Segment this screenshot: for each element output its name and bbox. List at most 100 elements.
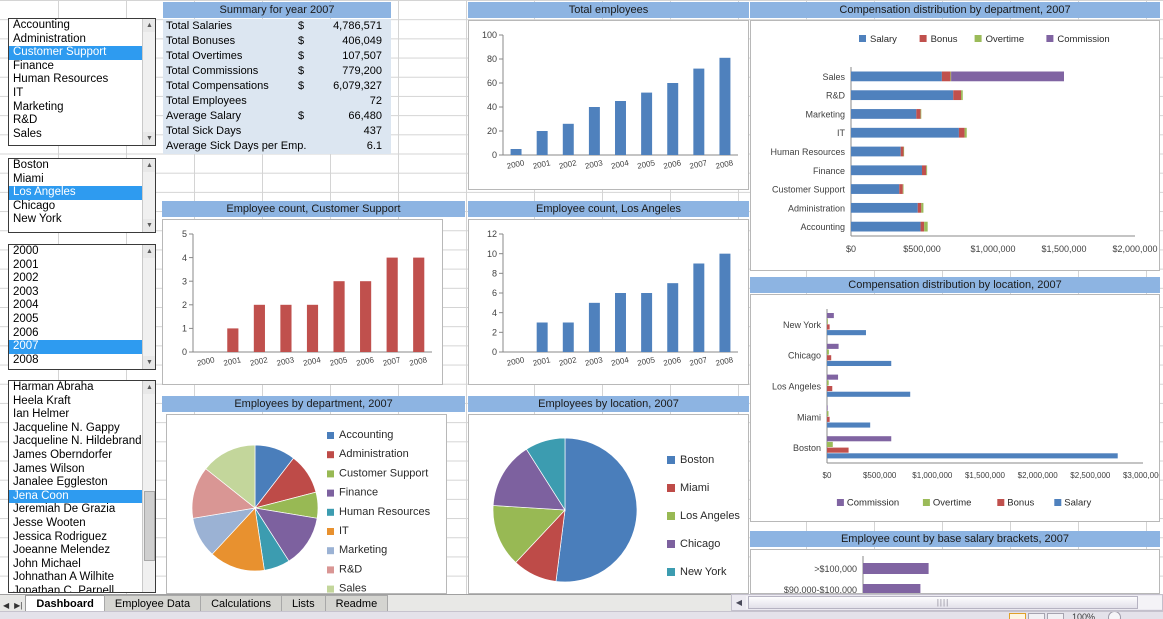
normal-view-icon[interactable] (1009, 613, 1026, 619)
salary-brackets-chart[interactable]: >$100,000$90,000-$100,000 (750, 549, 1160, 594)
total-employees-chart[interactable]: 0204060801002000200120022003200420052006… (468, 20, 749, 190)
employee-listbox-items[interactable]: Harman AbrahaHeela KraftIan HelmerJacque… (9, 381, 142, 592)
last-sheet-icon[interactable]: ▶| (14, 601, 22, 610)
sheet-tab-calculations[interactable]: Calculations (200, 595, 282, 611)
year-item[interactable]: 2005 (9, 313, 142, 327)
scroll-left-icon[interactable]: ◀ (732, 598, 746, 607)
department-listbox[interactable]: AccountingAdministrationCustomer Support… (8, 18, 156, 146)
employee-item[interactable]: James Wilson (9, 463, 142, 477)
chart-bar (827, 411, 828, 416)
year-item[interactable]: 2006 (9, 327, 142, 341)
scrollbar-track[interactable]: |||| (746, 596, 1162, 609)
location-item[interactable]: New York (9, 213, 142, 227)
employee-item[interactable]: Jesse Wooten (9, 517, 142, 531)
employee-item[interactable]: Jena Coon (9, 490, 142, 504)
employee-item[interactable]: Jessica Rodriguez (9, 531, 142, 545)
location-listbox-scrollbar[interactable]: ▲ ▼ (142, 159, 155, 232)
sheet-tab-dashboard[interactable]: Dashboard (25, 595, 104, 611)
employee-listbox[interactable]: Harman AbrahaHeela KraftIan HelmerJacque… (8, 380, 156, 593)
scroll-down-icon[interactable]: ▼ (143, 219, 156, 232)
location-listbox-items[interactable]: BostonMiamiLos AngelesChicagoNew York (9, 159, 142, 232)
year-item[interactable]: 2007 (9, 340, 142, 354)
sheet-tab-employee-data[interactable]: Employee Data (104, 595, 201, 611)
chart-bar (827, 319, 828, 324)
summary-table: Total Salaries$4,786,571Total Bonuses$40… (163, 19, 391, 154)
employees-location-pie-title: Employees by location, 2007 (468, 396, 749, 412)
department-item[interactable]: IT (9, 87, 142, 101)
summary-row-label: Total Overtimes (163, 49, 298, 64)
sheet-tabs[interactable]: DashboardEmployee DataCalculationsListsR… (25, 595, 387, 611)
chart-label: $500,000 (863, 471, 897, 480)
year-item[interactable]: 2003 (9, 286, 142, 300)
chart-bar-segment (899, 184, 903, 194)
department-item[interactable]: Human Resources (9, 73, 142, 87)
employee-item[interactable]: Jonathan C. Parnell (9, 585, 142, 592)
department-item[interactable]: Marketing (9, 101, 142, 115)
employee-item[interactable]: Heela Kraft (9, 395, 142, 409)
year-item[interactable]: 2000 (9, 245, 142, 259)
year-listbox-scrollbar[interactable]: ▲ ▼ (142, 245, 155, 369)
department-listbox-scrollbar[interactable]: ▲ ▼ (142, 19, 155, 145)
page-break-view-icon[interactable] (1047, 613, 1064, 619)
chart-label: 80 (487, 54, 497, 64)
location-item[interactable]: Miami (9, 173, 142, 187)
employee-item[interactable]: Johnathan A Wilhite (9, 571, 142, 585)
department-item[interactable]: Accounting (9, 19, 142, 33)
year-listbox[interactable]: 200020012002200320042005200620072008 ▲ ▼ (8, 244, 156, 370)
year-item[interactable]: 2008 (9, 354, 142, 368)
view-buttons[interactable] (1009, 613, 1064, 619)
scrollbar-thumb[interactable]: |||| (748, 596, 1138, 609)
scroll-up-icon[interactable]: ▲ (143, 19, 156, 32)
scroll-up-icon[interactable]: ▲ (143, 245, 156, 258)
location-item[interactable]: Boston (9, 159, 142, 173)
sheet-tab-lists[interactable]: Lists (281, 595, 326, 611)
sheet-tab-readme[interactable]: Readme (325, 595, 389, 611)
chart-bar (827, 361, 891, 366)
employee-item[interactable]: Harman Abraha (9, 381, 142, 395)
department-item[interactable]: Finance (9, 60, 142, 74)
employees-department-pie[interactable]: AccountingAdministrationCustomer Support… (166, 414, 447, 594)
scroll-up-icon[interactable]: ▲ (143, 159, 156, 172)
horizontal-scrollbar[interactable]: ◀ |||| (731, 594, 1163, 611)
year-listbox-items[interactable]: 200020012002200320042005200620072008 (9, 245, 142, 369)
employee-item[interactable]: Ian Helmer (9, 408, 142, 422)
location-item[interactable]: Chicago (9, 200, 142, 214)
department-item[interactable]: Customer Support (9, 46, 142, 60)
employee-item[interactable]: Joeanne Melendez (9, 544, 142, 558)
summary-row-label: Total Commissions (163, 64, 298, 79)
scroll-down-icon[interactable]: ▼ (143, 132, 156, 145)
zoom-slider-knob[interactable] (1108, 611, 1121, 619)
employees-location-pie[interactable]: BostonMiamiLos AngelesChicagoNew York (468, 414, 749, 594)
department-listbox-items[interactable]: AccountingAdministrationCustomer Support… (9, 19, 142, 145)
page-layout-view-icon[interactable] (1028, 613, 1045, 619)
department-item[interactable]: Administration (9, 33, 142, 47)
location-listbox[interactable]: BostonMiamiLos AngelesChicagoNew York ▲ … (8, 158, 156, 233)
department-item[interactable]: Sales (9, 128, 142, 142)
employee-item[interactable]: Jeremiah De Grazia (9, 503, 142, 517)
employee-item[interactable]: Jacqueline N. Gappy (9, 422, 142, 436)
employee-listbox-scrollbar[interactable]: ▲ (142, 381, 155, 592)
sheet-tab-navigation[interactable]: ◀ ▶| (0, 601, 25, 611)
year-item[interactable]: 2002 (9, 272, 142, 286)
chart-label: Accounting (339, 429, 393, 441)
department-item[interactable]: R&D (9, 114, 142, 128)
employee-item[interactable]: Jacqueline N. Hildebrand (9, 435, 142, 449)
year-item[interactable]: 2004 (9, 299, 142, 313)
chart-label: 2001 (532, 158, 552, 171)
year-item[interactable]: 2001 (9, 259, 142, 273)
legend-swatch (667, 568, 675, 576)
chart-label: 2 (182, 300, 187, 310)
employee-count-location-chart[interactable]: 0246810122000200120022003200420052006200… (468, 219, 749, 385)
summary-row-currency (306, 139, 324, 154)
employee-listbox-scroll-thumb[interactable] (144, 491, 155, 561)
employee-count-department-chart[interactable]: 0123452000200120022003200420052006200720… (162, 219, 443, 385)
first-sheet-icon[interactable]: ◀ (3, 601, 9, 610)
scroll-down-icon[interactable]: ▼ (143, 356, 156, 369)
compensation-department-chart[interactable]: SalaryBonusOvertimeCommissionSalesR&DMar… (750, 20, 1160, 271)
scroll-up-icon[interactable]: ▲ (143, 381, 156, 394)
employee-item[interactable]: John Michael (9, 558, 142, 572)
employee-item[interactable]: James Oberndorfer (9, 449, 142, 463)
employee-item[interactable]: Janalee Eggleston (9, 476, 142, 490)
location-item[interactable]: Los Angeles (9, 186, 142, 200)
compensation-location-chart[interactable]: New YorkChicagoLos AngelesMiamiBoston$0$… (750, 294, 1160, 522)
